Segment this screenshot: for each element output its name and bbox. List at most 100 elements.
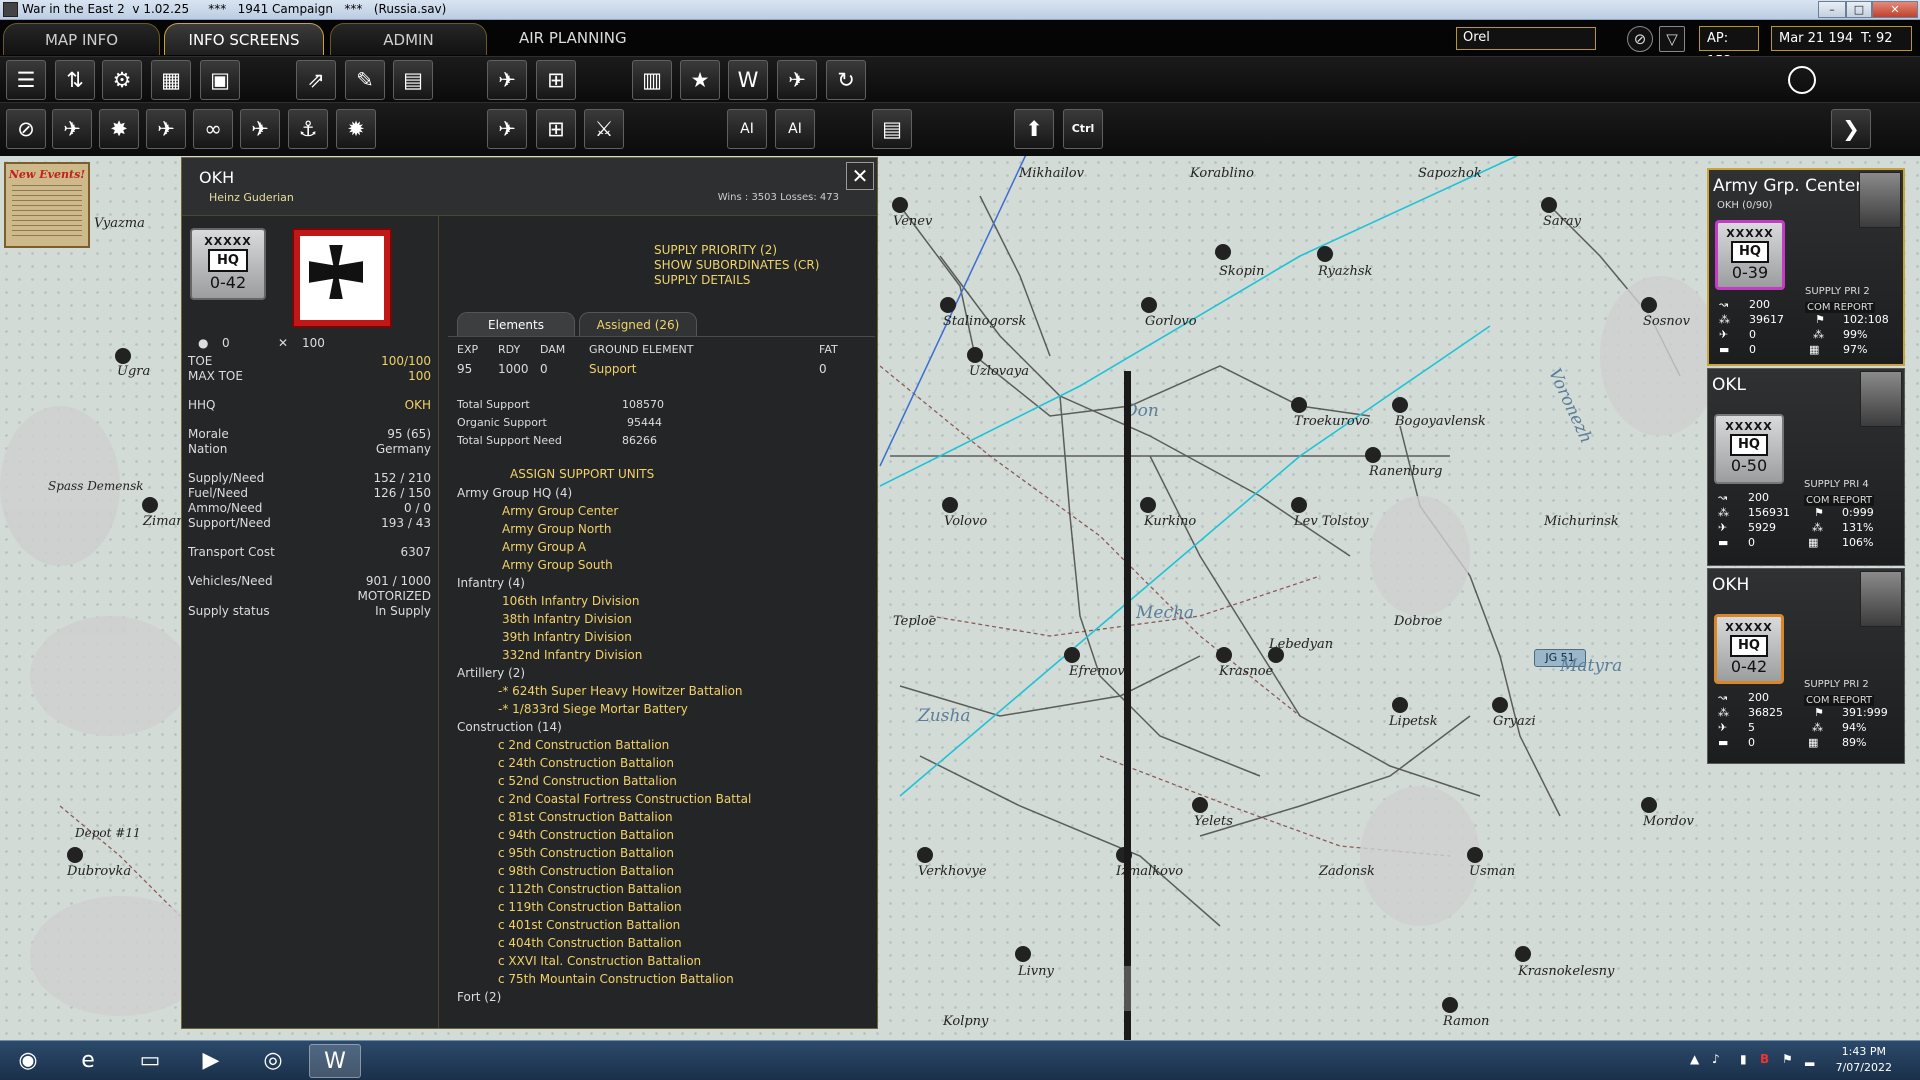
city-label[interactable]: Efremov xyxy=(1069,664,1125,679)
city-label[interactable]: Sapozhok xyxy=(1418,166,1482,181)
w-icon[interactable]: W xyxy=(728,60,768,100)
air-fighter-icon[interactable]: ✈ xyxy=(240,109,280,149)
city-label[interactable]: Mordov xyxy=(1643,814,1694,829)
city-label[interactable]: Vyazma xyxy=(94,216,145,231)
unit-list-item[interactable]: 38th Infantry Division xyxy=(502,612,632,626)
ai-icon[interactable]: AI xyxy=(727,109,767,149)
city-label[interactable]: Dubrovka xyxy=(67,864,131,879)
stat-row[interactable]: HHQ OKH xyxy=(188,398,431,412)
unit-list-item[interactable]: c 94th Construction Battalion xyxy=(498,828,674,842)
air-list-icon[interactable]: ⊞ xyxy=(536,60,576,100)
element-name[interactable]: Support xyxy=(589,362,636,376)
city-label[interactable]: Korablino xyxy=(1190,166,1254,181)
system-clock[interactable]: 1:43 PM 7/07/2022 xyxy=(1836,1044,1892,1076)
b-tray-icon[interactable]: B xyxy=(1760,1052,1769,1066)
hq-counter[interactable]: XXXXX HQ 0-50 xyxy=(1714,414,1784,484)
city-label[interactable]: Skopin xyxy=(1219,264,1264,279)
next-arrow-icon[interactable]: ❯ xyxy=(1831,109,1871,149)
supply-details-link[interactable]: SUPPLY DETAILS xyxy=(654,273,750,287)
city-label[interactable]: Bogoyavlensk xyxy=(1395,414,1486,429)
city-label[interactable]: Saray xyxy=(1543,214,1581,229)
maximize-button[interactable]: □ xyxy=(1846,1,1872,18)
notes-icon[interactable]: ▤ xyxy=(872,109,912,149)
star-icon[interactable]: ★ xyxy=(680,60,720,100)
supply-priority-link[interactable]: SUPPLY PRIORITY (2) xyxy=(654,243,777,257)
city-label[interactable]: Teploe xyxy=(893,614,936,629)
air-cancel-icon[interactable]: ⊘ xyxy=(6,109,46,149)
air-link-icon[interactable]: ∞ xyxy=(193,109,233,149)
unit-list-item[interactable]: c 24th Construction Battalion xyxy=(498,756,674,770)
unit-list-item[interactable]: c 98th Construction Battalion xyxy=(498,864,674,878)
tab-map-info[interactable]: MAP INFO xyxy=(3,23,160,55)
units-icon[interactable]: ⇅ xyxy=(55,60,95,100)
city-label[interactable]: Stalinogorsk xyxy=(943,314,1026,329)
air-plan-icon[interactable]: ✈ xyxy=(487,109,527,149)
start-button[interactable]: ◉ xyxy=(2,1044,54,1078)
close-icon[interactable]: ✕ xyxy=(846,162,874,190)
unit-list-item[interactable]: c 2nd Coastal Fortress Construction Batt… xyxy=(498,792,751,806)
unit-list-item[interactable]: Army Group South xyxy=(502,558,613,572)
tab-elements[interactable]: Elements xyxy=(457,312,575,337)
air-bomb-icon[interactable]: ✸ xyxy=(99,109,139,149)
unit-list-item[interactable]: c 404th Construction Battalion xyxy=(498,936,682,950)
commander-portrait[interactable] xyxy=(1860,571,1902,627)
com-report-button[interactable]: COM REPORT xyxy=(1804,695,1875,706)
city-label[interactable]: Michurinsk xyxy=(1544,514,1619,529)
com-report-button[interactable]: COM REPORT xyxy=(1804,495,1875,506)
hq-card[interactable]: Army Grp. Center OKH (0/90) XXXXX HQ 0-39 SUP… xyxy=(1707,168,1905,366)
unit-list-item[interactable]: c 2nd Construction Battalion xyxy=(498,738,669,752)
air-plan-list-icon[interactable]: ⊞ xyxy=(536,109,576,149)
commander-portrait[interactable] xyxy=(1860,371,1902,427)
no-compass-icon[interactable] xyxy=(1782,60,1822,100)
aircraft-icon[interactable]: ✈ xyxy=(777,60,817,100)
unit-list-item[interactable]: Army Group Center xyxy=(502,504,618,518)
ledger-icon[interactable]: ▥ xyxy=(632,60,672,100)
edit-icon[interactable]: ✎ xyxy=(345,60,385,100)
ai-off-icon[interactable]: AI xyxy=(775,109,815,149)
volume-icon[interactable]: ♪ xyxy=(1712,1052,1720,1066)
unit-counter[interactable]: XXXXX HQ 0-42 xyxy=(190,228,266,300)
city-label[interactable]: Yelets xyxy=(1194,814,1233,829)
city-label[interactable]: Spass Demensk xyxy=(48,479,144,493)
city-label[interactable]: Dobroe xyxy=(1394,614,1442,629)
filter-icon[interactable]: ▽ xyxy=(1659,26,1685,52)
city-label[interactable]: Krasnoe xyxy=(1219,664,1273,679)
commander-portrait[interactable] xyxy=(1859,172,1901,228)
unit-list-item[interactable]: c 81st Construction Battalion xyxy=(498,810,673,824)
network-icon[interactable]: ▂ xyxy=(1805,1052,1814,1066)
city-label[interactable]: Lebedyan xyxy=(1269,637,1333,652)
media-player-icon[interactable]: ▶ xyxy=(185,1044,237,1078)
map-grid-icon[interactable]: ▦ xyxy=(151,60,191,100)
air-down-icon[interactable]: ✈ xyxy=(487,60,527,100)
hq-card[interactable]: OKH XXXXX HQ 0-42 SUPPLY PRI 2 COM REPORT ↝ 200… xyxy=(1707,568,1905,764)
sword-icon[interactable]: ⚔ xyxy=(584,109,624,149)
city-label[interactable]: Ramon xyxy=(1443,1014,1489,1029)
unit-list-item[interactable]: 332nd Infantry Division xyxy=(502,648,642,662)
orders-icon[interactable]: ☰ xyxy=(6,60,46,100)
up-arrow-icon[interactable]: ⬆ xyxy=(1014,109,1054,149)
report-icon[interactable]: ▣ xyxy=(200,60,240,100)
city-label[interactable]: Kolpny xyxy=(943,1014,988,1029)
com-report-button[interactable]: COM REPORT xyxy=(1805,302,1876,313)
tab-assigned[interactable]: Assigned (26) xyxy=(579,312,697,337)
tray-expand-icon[interactable]: ▲ xyxy=(1690,1052,1699,1066)
explosion-icon[interactable]: ✹ xyxy=(336,109,376,149)
gear-icon[interactable]: ⚙ xyxy=(102,60,142,100)
tab-info-screens[interactable]: INFO SCREENS xyxy=(164,23,324,55)
minimize-button[interactable]: – xyxy=(1818,1,1846,18)
hq-card[interactable]: OKL XXXXX HQ 0-50 SUPPLY PRI 4 COM REPORT ↝ 200… xyxy=(1707,368,1905,566)
city-label[interactable]: Lipetsk xyxy=(1389,714,1438,729)
unit-list-item[interactable]: -* 1/833rd Siege Mortar Battery xyxy=(498,702,688,716)
unit-list-item[interactable]: 39th Infantry Division xyxy=(502,630,632,644)
unit-list-item[interactable]: 106th Infantry Division xyxy=(502,594,639,608)
depot-label[interactable]: Depot #11 xyxy=(75,826,141,840)
city-label[interactable]: Volovo xyxy=(944,514,987,529)
scrollbar-thumb[interactable] xyxy=(1124,966,1131,1011)
explorer-icon[interactable]: ▭ xyxy=(124,1044,176,1078)
city-label[interactable]: Zimar xyxy=(143,514,182,529)
wite-app-icon[interactable]: W xyxy=(309,1044,361,1078)
unit-list-item[interactable]: c 95th Construction Battalion xyxy=(498,846,674,860)
show-subordinates-link[interactable]: SHOW SUBORDINATES (CR) xyxy=(654,258,819,272)
undo-icon[interactable]: ↻ xyxy=(826,60,866,100)
unit-list-item[interactable]: c 52nd Construction Battalion xyxy=(498,774,677,788)
